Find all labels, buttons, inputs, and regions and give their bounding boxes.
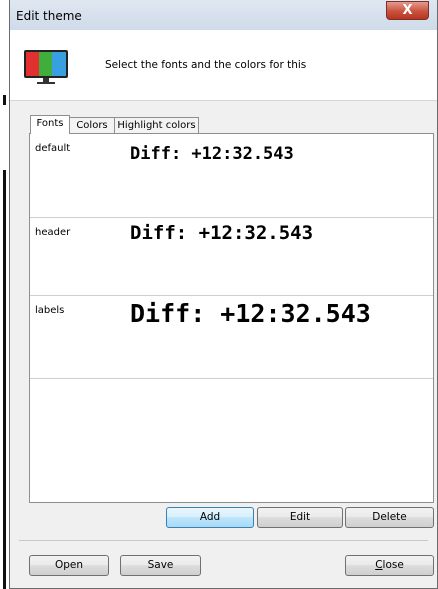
add-button[interactable]: Add [166,507,254,528]
tab-label: Highlight colors [117,120,196,131]
font-sample: Diff: +12:32.543 [130,144,294,164]
edit-button[interactable]: Edit [257,507,343,528]
close-label-rest: lose [382,559,404,571]
font-name: default [35,143,71,154]
font-row-labels[interactable]: labels Diff: +12:32.543 [30,296,433,379]
tab-label: Colors [76,120,108,131]
edit-theme-dialog: Edit theme X Select the fonts and the co… [9,0,438,589]
tab-colors[interactable]: Colors [69,117,115,133]
open-button[interactable]: Open [29,555,109,576]
font-row-header[interactable]: header Diff: +12:32.543 [30,218,433,296]
close-icon: X [402,3,413,18]
tab-label: Fonts [36,118,64,129]
fonts-list: default Diff: +12:32.543 header Diff: +1… [29,133,434,503]
font-sample: Diff: +12:32.543 [130,222,314,244]
close-button[interactable]: Close [345,555,434,576]
font-name: labels [35,305,65,316]
footer-separator [19,540,428,541]
dialog-header: Select the fonts and the colors for this [10,30,437,101]
close-accelerator: C [375,559,383,571]
delete-button[interactable]: Delete [345,507,434,528]
font-name: header [35,227,71,238]
title-bar[interactable]: Edit theme X [10,0,437,31]
window-close-button[interactable]: X [386,1,429,20]
font-sample: Diff: +12:32.543 [130,299,371,328]
header-description: Select the fonts and the colors for this [105,59,307,71]
background-window-edge [0,0,9,589]
window-title: Edit theme [16,9,82,23]
font-row-default[interactable]: default Diff: +12:32.543 [30,134,433,218]
tab-fonts[interactable]: Fonts [30,115,70,134]
save-button[interactable]: Save [120,555,201,576]
monitor-icon [24,50,68,84]
tab-highlight-colors[interactable]: Highlight colors [114,117,199,133]
